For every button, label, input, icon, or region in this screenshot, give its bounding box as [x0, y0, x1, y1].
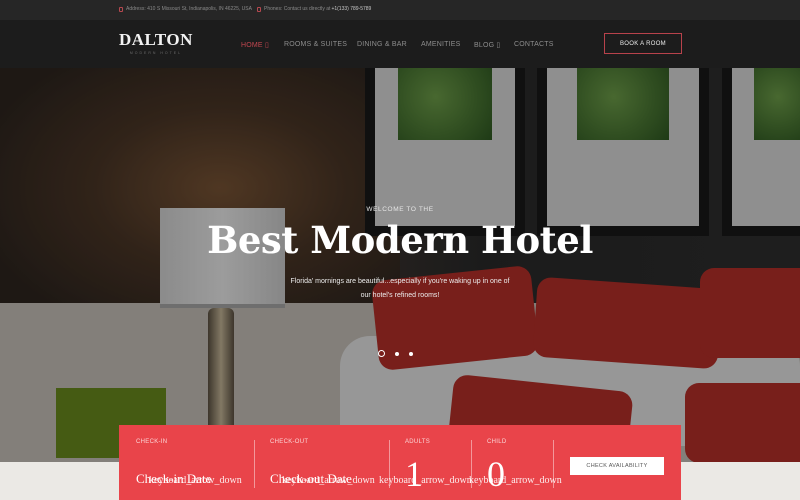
booking-form: CHECK-IN Check-in Date keyboard_arrow_do…	[119, 425, 681, 500]
chevron-down-icon[interactable]: keyboard_arrow_down	[282, 475, 375, 486]
book-a-room-button[interactable]: BOOK A ROOM	[604, 33, 682, 54]
logo-subtitle: MODERN HOTEL	[129, 51, 183, 55]
checkin-label: CHECK-IN	[136, 439, 168, 445]
slider-dot-3[interactable]	[409, 351, 413, 356]
hero-eyebrow: WELCOME TO THE	[366, 206, 434, 213]
hero-slider: WELCOME TO THE Best Modern Hotel Florida…	[0, 68, 800, 462]
chevron-down-icon[interactable]: keyboard_arrow_down	[379, 475, 472, 486]
address-label: Address:	[126, 6, 146, 12]
adults-value[interactable]: 1	[405, 453, 423, 495]
checkin-field[interactable]: CHECK-IN Check-in Date keyboard_arrow_do…	[119, 425, 254, 500]
hero-description-line2: our hotel's refined rooms!	[360, 292, 440, 299]
phone-label: Phones:	[264, 6, 283, 12]
adults-field[interactable]: ADULTS 1 keyboard_arrow_down	[379, 425, 472, 500]
slider-pagination	[378, 350, 413, 357]
nav-blog[interactable]: BLOG ▯	[474, 41, 500, 49]
address-value: 410 S Missouri St, Indianapolis, IN 4622…	[147, 6, 252, 12]
checkout-field[interactable]: CHECK-OUT Check-out Date keyboard_arrow_…	[254, 425, 389, 500]
phone-number-link[interactable]: +1(133) 789-5789	[331, 6, 371, 12]
phone-icon	[257, 6, 261, 12]
slider-dot-1[interactable]	[378, 350, 385, 357]
chevron-down-icon[interactable]: keyboard_arrow_down	[149, 475, 242, 486]
checkout-label: CHECK-OUT	[270, 439, 309, 445]
hero-headline: Best Modern Hotel	[207, 218, 593, 262]
main-header: DALTON MODERN HOTEL HOME ▯ ROOMS & SUITE…	[0, 20, 800, 68]
nav-rooms-suites[interactable]: ROOMS & SUITES	[284, 41, 347, 48]
top-info-bar: Address: 410 S Missouri St, Indianapolis…	[0, 0, 800, 20]
nav-amenities[interactable]: AMENITIES	[421, 41, 461, 48]
phone-text: Contact us directly at	[283, 6, 331, 12]
address-info: Address: 410 S Missouri St, Indianapolis…	[119, 6, 252, 12]
hero-overlay	[0, 68, 800, 462]
adults-label: ADULTS	[405, 439, 431, 445]
chevron-down-icon[interactable]: keyboard_arrow_down	[469, 475, 562, 486]
hero-description-line1: Florida' mornings are beautiful...especi…	[290, 278, 510, 285]
nav-contacts[interactable]: CONTACTS	[514, 41, 554, 48]
nav-dining-bar[interactable]: DINING & BAR	[357, 41, 407, 48]
nav-home[interactable]: HOME ▯	[241, 41, 269, 49]
map-pin-icon	[119, 6, 123, 12]
child-value[interactable]: 0	[487, 453, 505, 495]
check-availability-button[interactable]: CHECK AVAILABILITY	[570, 457, 664, 475]
logo-name: DALTON	[119, 30, 193, 49]
divider	[553, 440, 554, 488]
slider-dot-2[interactable]	[395, 351, 399, 356]
child-label: CHILD	[487, 439, 507, 445]
hero-description: Florida' mornings are beautiful...especi…	[0, 275, 800, 303]
phone-info: Phones: Contact us directly at +1(133) 7…	[257, 6, 371, 12]
logo[interactable]: DALTON MODERN HOTEL	[119, 30, 193, 55]
child-field[interactable]: CHILD 0 keyboard_arrow_down	[469, 425, 562, 500]
